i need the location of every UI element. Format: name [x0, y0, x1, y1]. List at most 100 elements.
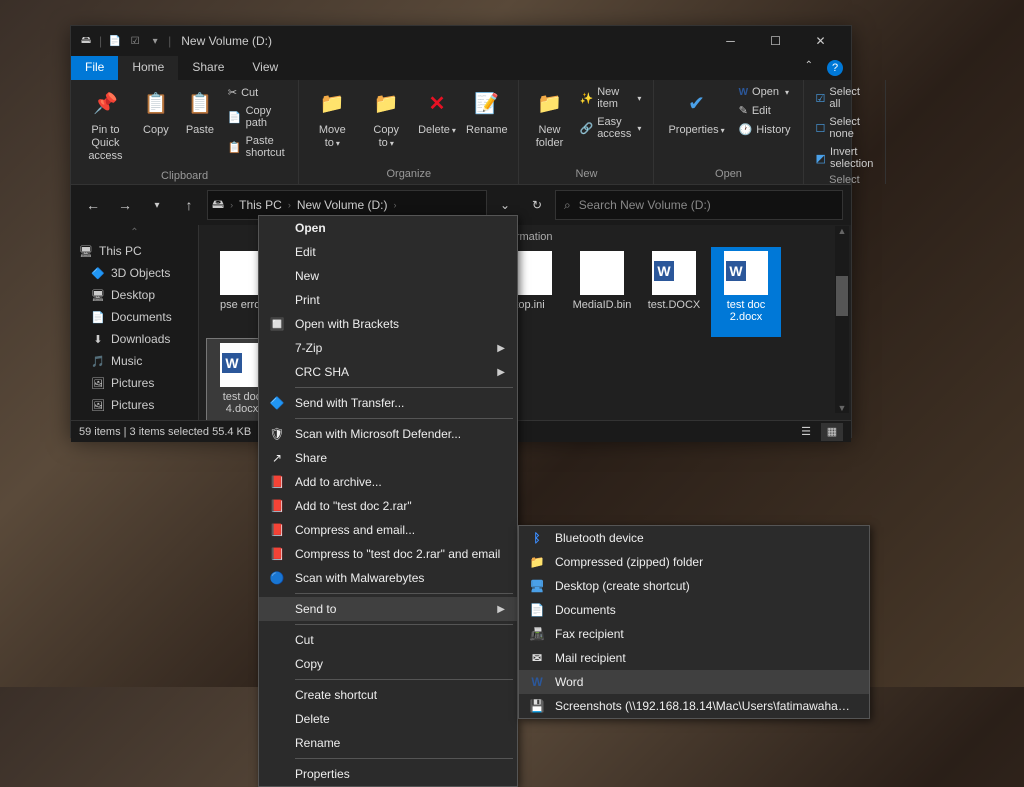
context-menu-item[interactable]: 📕Compress and email...: [259, 518, 517, 542]
scrollbar[interactable]: ▲ ▼: [835, 226, 849, 413]
dropdown-icon[interactable]: ▾: [148, 34, 162, 48]
sidebar-item[interactable]: 🖥Desktop: [71, 284, 198, 306]
collapse-ribbon-icon[interactable]: ⌃: [799, 56, 819, 80]
details-view-button[interactable]: ☰: [795, 423, 817, 441]
file-item[interactable]: test doc 2.docx: [711, 247, 781, 337]
context-menu-item[interactable]: 📕Compress to "test doc 2.rar" and email: [259, 542, 517, 566]
scroll-up-arrow-icon[interactable]: ▲: [838, 226, 847, 236]
context-menu-item[interactable]: 📕Add to "test doc 2.rar": [259, 494, 517, 518]
tab-view[interactable]: View: [238, 56, 292, 80]
context-menu-item[interactable]: Print: [259, 288, 517, 312]
rename-button[interactable]: 📝 Rename: [463, 84, 510, 141]
context-menu-item[interactable]: Rename: [259, 731, 517, 755]
sidebar-item[interactable]: 🖼Screenshots: [71, 416, 198, 420]
invert-icon: ◩: [816, 152, 826, 165]
folder-icon: 🖥: [91, 288, 105, 302]
sendto-menu-item[interactable]: 📠Fax recipient: [519, 622, 869, 646]
edit-button[interactable]: ✎Edit: [735, 102, 795, 119]
scrollbar-thumb[interactable]: [836, 276, 848, 316]
search-input[interactable]: ⌕ Search New Volume (D:): [555, 190, 843, 220]
breadcrumb[interactable]: New Volume (D:): [293, 198, 392, 212]
sidebar-item[interactable]: ⬇Downloads: [71, 328, 198, 350]
context-menu-item[interactable]: CRC SHA▶: [259, 360, 517, 384]
context-menu-item[interactable]: ↗Share: [259, 446, 517, 470]
open-button[interactable]: WOpen▾: [735, 84, 795, 100]
new-item-icon: ✨: [579, 92, 593, 105]
sidebar-item[interactable]: 📄Documents: [71, 306, 198, 328]
forward-button[interactable]: →: [111, 191, 139, 219]
properties-button[interactable]: ✔ Properties▾: [662, 84, 730, 141]
select-all-button[interactable]: ☑Select all: [812, 84, 878, 112]
titlebar[interactable]: 🖴 | 📄 ☑ ▾ | New Volume (D:) ─ ☐ ✕: [71, 26, 851, 56]
copy-to-button[interactable]: 📁 Copy to▾: [362, 84, 411, 154]
move-to-button[interactable]: 📁 Move to▾: [307, 84, 357, 154]
history-icon: 🕐: [739, 123, 753, 136]
context-menu-item[interactable]: Delete: [259, 707, 517, 731]
icons-view-button[interactable]: ▦: [821, 423, 843, 441]
context-menu-item[interactable]: Edit: [259, 240, 517, 264]
new-item-button[interactable]: ✨New item▾: [575, 84, 645, 112]
cut-button[interactable]: ✂Cut: [224, 84, 290, 101]
scroll-up-icon[interactable]: ⌃: [71, 225, 198, 240]
breadcrumb[interactable]: This PC: [235, 198, 286, 212]
context-menu-item[interactable]: Copy: [259, 652, 517, 676]
sendto-menu-item[interactable]: WWord: [519, 670, 869, 694]
close-button[interactable]: ✕: [798, 26, 843, 56]
copy-button[interactable]: 📋 Copy: [136, 84, 176, 141]
back-button[interactable]: ←: [79, 191, 107, 219]
delete-button[interactable]: ✕ Delete▾: [415, 84, 459, 141]
sidebar-item[interactable]: 🎵Music: [71, 350, 198, 372]
sendto-menu-item[interactable]: ᛒBluetooth device: [519, 526, 869, 550]
sendto-menu-item[interactable]: 📁Compressed (zipped) folder: [519, 550, 869, 574]
sidebar-item[interactable]: 🖼Pictures: [71, 394, 198, 416]
navigation-pane[interactable]: ⌃ 🖥This PC 🔷3D Objects🖥Desktop📄Documents…: [71, 225, 199, 420]
invert-selection-button[interactable]: ◩Invert selection: [812, 144, 878, 172]
help-icon[interactable]: ?: [827, 60, 843, 76]
maximize-button[interactable]: ☐: [753, 26, 798, 56]
up-button[interactable]: ↑: [175, 191, 203, 219]
paste-shortcut-button[interactable]: 📋Paste shortcut: [224, 133, 290, 161]
easy-access-button[interactable]: 🔗Easy access▾: [575, 114, 645, 142]
context-menu-item[interactable]: 7-Zip▶: [259, 336, 517, 360]
scroll-down-arrow-icon[interactable]: ▼: [838, 403, 847, 413]
minimize-button[interactable]: ─: [708, 26, 753, 56]
recent-button[interactable]: ▾: [143, 191, 171, 219]
context-menu-item[interactable]: Properties: [259, 762, 517, 786]
folder-icon: 🖼: [91, 398, 105, 412]
context-menu-item[interactable]: 🛡Scan with Microsoft Defender...: [259, 422, 517, 446]
refresh-button[interactable]: ↻: [523, 191, 551, 219]
new-doc-icon[interactable]: 📄: [108, 34, 122, 48]
context-menu-item[interactable]: Open: [259, 216, 517, 240]
tab-home[interactable]: Home: [118, 56, 178, 80]
quick-access-toolbar: 🖴 | 📄 ☑ ▾ |: [79, 34, 171, 48]
context-menu-item[interactable]: 🔲Open with Brackets: [259, 312, 517, 336]
sendto-menu-item[interactable]: ✉Mail recipient: [519, 646, 869, 670]
context-menu-item[interactable]: Send to▶: [259, 597, 517, 621]
menu-item-icon: W: [529, 674, 545, 690]
copy-path-button[interactable]: 📄Copy path: [224, 103, 290, 131]
word-file-icon: [652, 251, 696, 295]
history-button[interactable]: 🕐History: [735, 121, 795, 138]
context-menu-item[interactable]: 📕Add to archive...: [259, 470, 517, 494]
tab-share[interactable]: Share: [178, 56, 238, 80]
tab-file[interactable]: File: [71, 56, 118, 80]
menu-item-icon: 🔲: [269, 316, 285, 332]
select-none-icon: ☐: [816, 122, 826, 135]
new-folder-button[interactable]: 📁 New folder: [527, 84, 571, 154]
select-none-button[interactable]: ☐Select none: [812, 114, 878, 142]
checkbox-icon[interactable]: ☑: [128, 34, 142, 48]
sendto-menu-item[interactable]: 📄Documents: [519, 598, 869, 622]
context-menu-item[interactable]: 🔵Scan with Malwarebytes: [259, 566, 517, 590]
sidebar-item-this-pc[interactable]: 🖥This PC: [71, 240, 198, 262]
sendto-menu-item[interactable]: 🖥Desktop (create shortcut): [519, 574, 869, 598]
pin-to-quick-access-button[interactable]: 📌 Pin to Quick access: [79, 84, 132, 168]
paste-button[interactable]: 📋 Paste: [180, 84, 220, 141]
sidebar-item[interactable]: 🖼Pictures: [71, 372, 198, 394]
file-item[interactable]: MediaID.bin: [567, 247, 637, 337]
context-menu-item[interactable]: Cut: [259, 628, 517, 652]
sidebar-item[interactable]: 🔷3D Objects: [71, 262, 198, 284]
sendto-menu-item[interactable]: 💾Screenshots (\\192.168.18.14\Mac\Users\…: [519, 694, 869, 718]
context-menu-item[interactable]: 🔷Send with Transfer...: [259, 391, 517, 415]
context-menu-item[interactable]: New: [259, 264, 517, 288]
file-item[interactable]: test.DOCX: [639, 247, 709, 337]
